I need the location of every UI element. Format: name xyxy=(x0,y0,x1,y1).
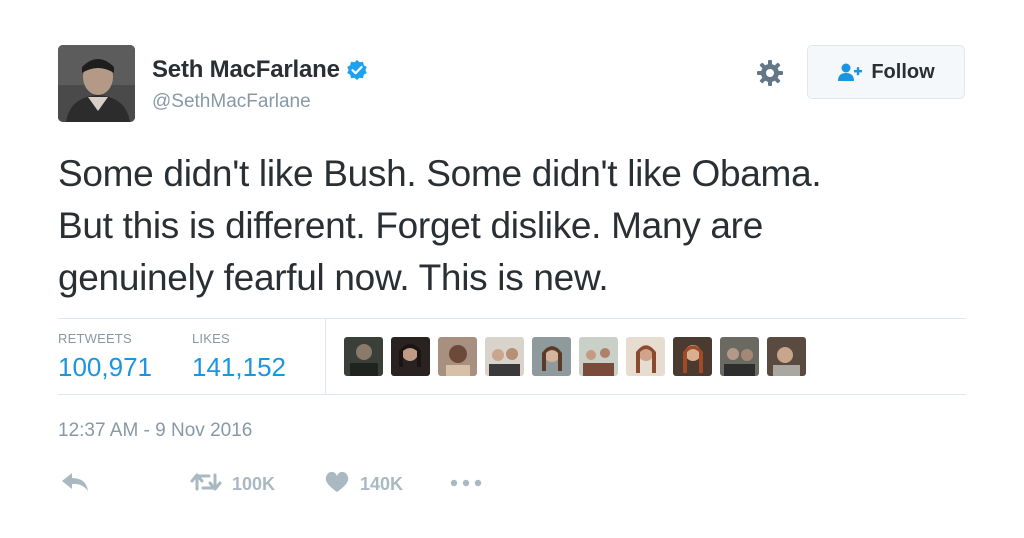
divider xyxy=(58,318,966,319)
liker-avatar[interactable] xyxy=(532,337,571,376)
divider xyxy=(58,394,966,395)
stats-divider xyxy=(325,319,326,394)
liker-avatar[interactable] xyxy=(579,337,618,376)
retweets-value[interactable]: 100,971 xyxy=(58,352,152,383)
user-name-row[interactable]: Seth MacFarlane xyxy=(152,56,368,84)
liker-avatar[interactable] xyxy=(344,337,383,376)
liker-avatar[interactable] xyxy=(391,337,430,376)
retweets-label: RETWEETS xyxy=(58,331,132,346)
retweet-button[interactable]: 100K xyxy=(190,468,275,500)
gear-icon[interactable] xyxy=(755,58,785,88)
liker-avatar[interactable] xyxy=(767,337,806,376)
liker-avatars xyxy=(344,337,806,376)
tweet-text-line: Some didn't like Bush. Some didn't like … xyxy=(58,153,822,194)
retweet-count: 100K xyxy=(232,473,276,494)
likes-value[interactable]: 141,152 xyxy=(192,352,286,383)
tweet-text-line: genuinely fearful now. This is new. xyxy=(58,257,609,298)
tweet-text-line: But this is different. Forget dislike. M… xyxy=(58,205,763,246)
follow-button-label: Follow xyxy=(871,60,935,83)
more-dots-icon xyxy=(450,475,482,493)
verified-badge-icon xyxy=(346,59,368,81)
tweet-timestamp[interactable]: 12:37 AM - 9 Nov 2016 xyxy=(58,420,252,442)
user-handle[interactable]: @SethMacFarlane xyxy=(152,91,311,113)
liker-avatar[interactable] xyxy=(626,337,665,376)
liker-avatar[interactable] xyxy=(485,337,524,376)
liker-avatar[interactable] xyxy=(720,337,759,376)
follow-user-icon xyxy=(837,62,863,82)
likes-label: LIKES xyxy=(192,331,230,346)
liker-avatar[interactable] xyxy=(673,337,712,376)
follow-button[interactable]: Follow xyxy=(807,45,965,99)
reply-button[interactable] xyxy=(60,468,90,500)
user-name[interactable]: Seth MacFarlane xyxy=(152,56,340,84)
tweet-text: Some didn't like Bush. Some didn't like … xyxy=(58,148,978,304)
retweets-stat[interactable]: RETWEETS 100,971 xyxy=(58,331,152,383)
liker-avatar[interactable] xyxy=(438,337,477,376)
heart-icon xyxy=(324,471,350,498)
like-count: 140K xyxy=(360,473,404,494)
avatar[interactable] xyxy=(58,45,135,122)
reply-icon xyxy=(60,471,90,498)
tweet-card: Seth MacFarlane @SethMacFarlane Follow S… xyxy=(0,0,1024,538)
like-button[interactable]: 140K xyxy=(324,468,403,500)
likes-stat[interactable]: LIKES 141,152 xyxy=(192,331,286,383)
retweet-icon xyxy=(190,471,222,498)
more-options-button[interactable] xyxy=(450,468,482,500)
